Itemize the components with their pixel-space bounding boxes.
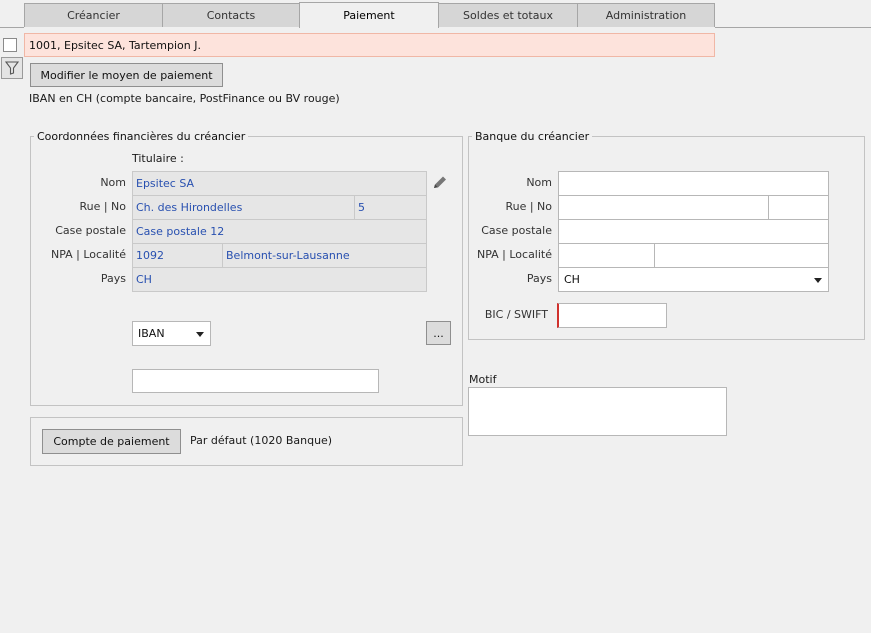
- bank-postcode-input[interactable]: [558, 243, 655, 268]
- bank-street-number-input[interactable]: [768, 195, 829, 220]
- financial-group-title: Coordonnées financières du créancier: [34, 130, 249, 143]
- holder-postcode-field: 1092: [132, 243, 223, 268]
- bank-po-box-input[interactable]: [558, 219, 829, 244]
- tab-bar: Créancier Contacts Paiement Soldes et to…: [0, 0, 871, 28]
- case-label: Case postale: [55, 224, 126, 237]
- select-checkbox[interactable]: [3, 38, 17, 52]
- chevron-down-icon: [196, 331, 204, 337]
- bank-pays-label: Pays: [526, 272, 552, 285]
- account-type-select[interactable]: IBAN: [132, 321, 211, 346]
- holder-name: Epsitec SA: [136, 177, 195, 190]
- bank-country-value: CH: [564, 273, 580, 286]
- tab-soldes-totaux[interactable]: Soldes et totaux: [438, 3, 578, 27]
- payment-account-button[interactable]: Compte de paiement: [42, 429, 181, 454]
- account-type-value: IBAN: [138, 327, 165, 340]
- holder-po-box-field: Case postale 12: [132, 219, 427, 244]
- rue-label: Rue | No: [79, 200, 126, 213]
- tab-contacts[interactable]: Contacts: [162, 3, 300, 27]
- holder-city-field: Belmont-sur-Lausanne: [222, 243, 427, 268]
- holder-street-number-field: 5: [354, 195, 427, 220]
- pencil-icon[interactable]: [431, 175, 449, 191]
- motif-label: Motif: [469, 373, 497, 386]
- bic-swift-input[interactable]: [557, 303, 667, 328]
- filter-button[interactable]: [1, 57, 23, 79]
- tab-label: Contacts: [206, 9, 256, 22]
- tab-label: Créancier: [67, 9, 120, 22]
- tab-creancier[interactable]: Créancier: [24, 3, 163, 27]
- chevron-down-icon: [814, 277, 822, 283]
- bank-npa-label: NPA | Localité: [476, 248, 552, 261]
- tab-paiement[interactable]: Paiement: [299, 2, 439, 28]
- filter-icon: [5, 61, 19, 75]
- tab-baseline: [715, 27, 871, 28]
- holder-street: Ch. des Hirondelles: [136, 201, 243, 214]
- holder-postcode: 1092: [136, 249, 164, 262]
- record-title-bar: 1001, Epsitec SA, Tartempion J.: [24, 33, 715, 57]
- bank-street-input[interactable]: [558, 195, 769, 220]
- pays-label: Pays: [100, 272, 126, 285]
- nom-label: Nom: [100, 176, 126, 189]
- account-number-input[interactable]: [132, 369, 379, 393]
- holder-name-field: Epsitec SA: [132, 171, 427, 196]
- tab-label: Administration: [605, 9, 687, 22]
- bank-case-label: Case postale: [481, 224, 552, 237]
- record-title: 1001, Epsitec SA, Tartempion J.: [29, 38, 201, 52]
- holder-label: Titulaire :: [132, 152, 184, 165]
- npa-label: NPA | Localité: [50, 248, 126, 261]
- modify-payment-method-button[interactable]: Modifier le moyen de paiement: [30, 63, 223, 87]
- bank-country-select[interactable]: CH: [558, 267, 829, 292]
- button-label: Modifier le moyen de paiement: [40, 68, 213, 82]
- button-label: Compte de paiement: [53, 435, 170, 448]
- holder-street-number: 5: [358, 201, 365, 214]
- tab-administration[interactable]: Administration: [577, 3, 715, 27]
- payment-account-value: Par défaut (1020 Banque): [190, 434, 333, 447]
- bank-name-input[interactable]: [558, 171, 829, 196]
- motif-textarea[interactable]: [468, 387, 727, 436]
- bank-nom-label: Nom: [526, 176, 552, 189]
- holder-city: Belmont-sur-Lausanne: [226, 249, 350, 262]
- holder-country-field: CH: [132, 267, 427, 292]
- bank-group-title: Banque du créancier: [472, 130, 593, 143]
- holder-country: CH: [136, 273, 152, 286]
- tab-label: Paiement: [343, 9, 395, 22]
- bank-city-input[interactable]: [654, 243, 829, 268]
- payment-method-description: IBAN en CH (compte bancaire, PostFinance…: [29, 92, 340, 105]
- more-options-button[interactable]: ...: [426, 321, 451, 345]
- holder-street-field: Ch. des Hirondelles: [132, 195, 355, 220]
- holder-po-box: Case postale 12: [136, 225, 225, 238]
- button-label: ...: [433, 326, 444, 340]
- bank-rue-label: Rue | No: [505, 200, 552, 213]
- tab-label: Soldes et totaux: [463, 9, 553, 22]
- bic-label: BIC / SWIFT: [484, 308, 548, 321]
- tab-baseline: [0, 27, 24, 28]
